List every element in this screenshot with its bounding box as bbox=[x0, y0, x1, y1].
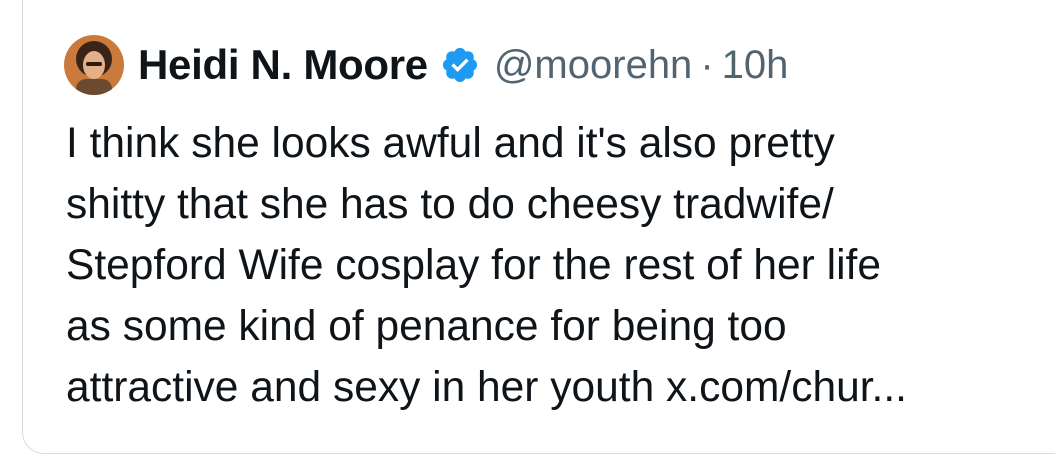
tweet-timestamp[interactable]: 10h bbox=[722, 43, 789, 88]
tweet-text-line: I think she looks awful and it's also pr… bbox=[66, 120, 835, 167]
author-display-name[interactable]: Heidi N. Moore bbox=[138, 41, 428, 89]
tweet-text-line: Stepford Wife cosplay for the rest of he… bbox=[66, 242, 881, 289]
separator-dot: · bbox=[700, 42, 714, 87]
avatar[interactable] bbox=[64, 35, 124, 95]
author-handle[interactable]: @moorehn bbox=[494, 43, 692, 88]
profile-photo-icon bbox=[64, 35, 124, 95]
tweet-text: I think she looks awful and it's also pr… bbox=[66, 113, 1046, 418]
tweet-text-line: attractive and sexy in her youth x.com/c… bbox=[66, 364, 907, 411]
verified-badge-icon[interactable] bbox=[440, 45, 480, 85]
tweet-text-line: as some kind of penance for being too bbox=[66, 303, 787, 350]
tweet-text-line: shitty that she has to do cheesy tradwif… bbox=[66, 181, 834, 228]
tweet-header: Heidi N. Moore @moorehn · 10h bbox=[64, 33, 788, 97]
